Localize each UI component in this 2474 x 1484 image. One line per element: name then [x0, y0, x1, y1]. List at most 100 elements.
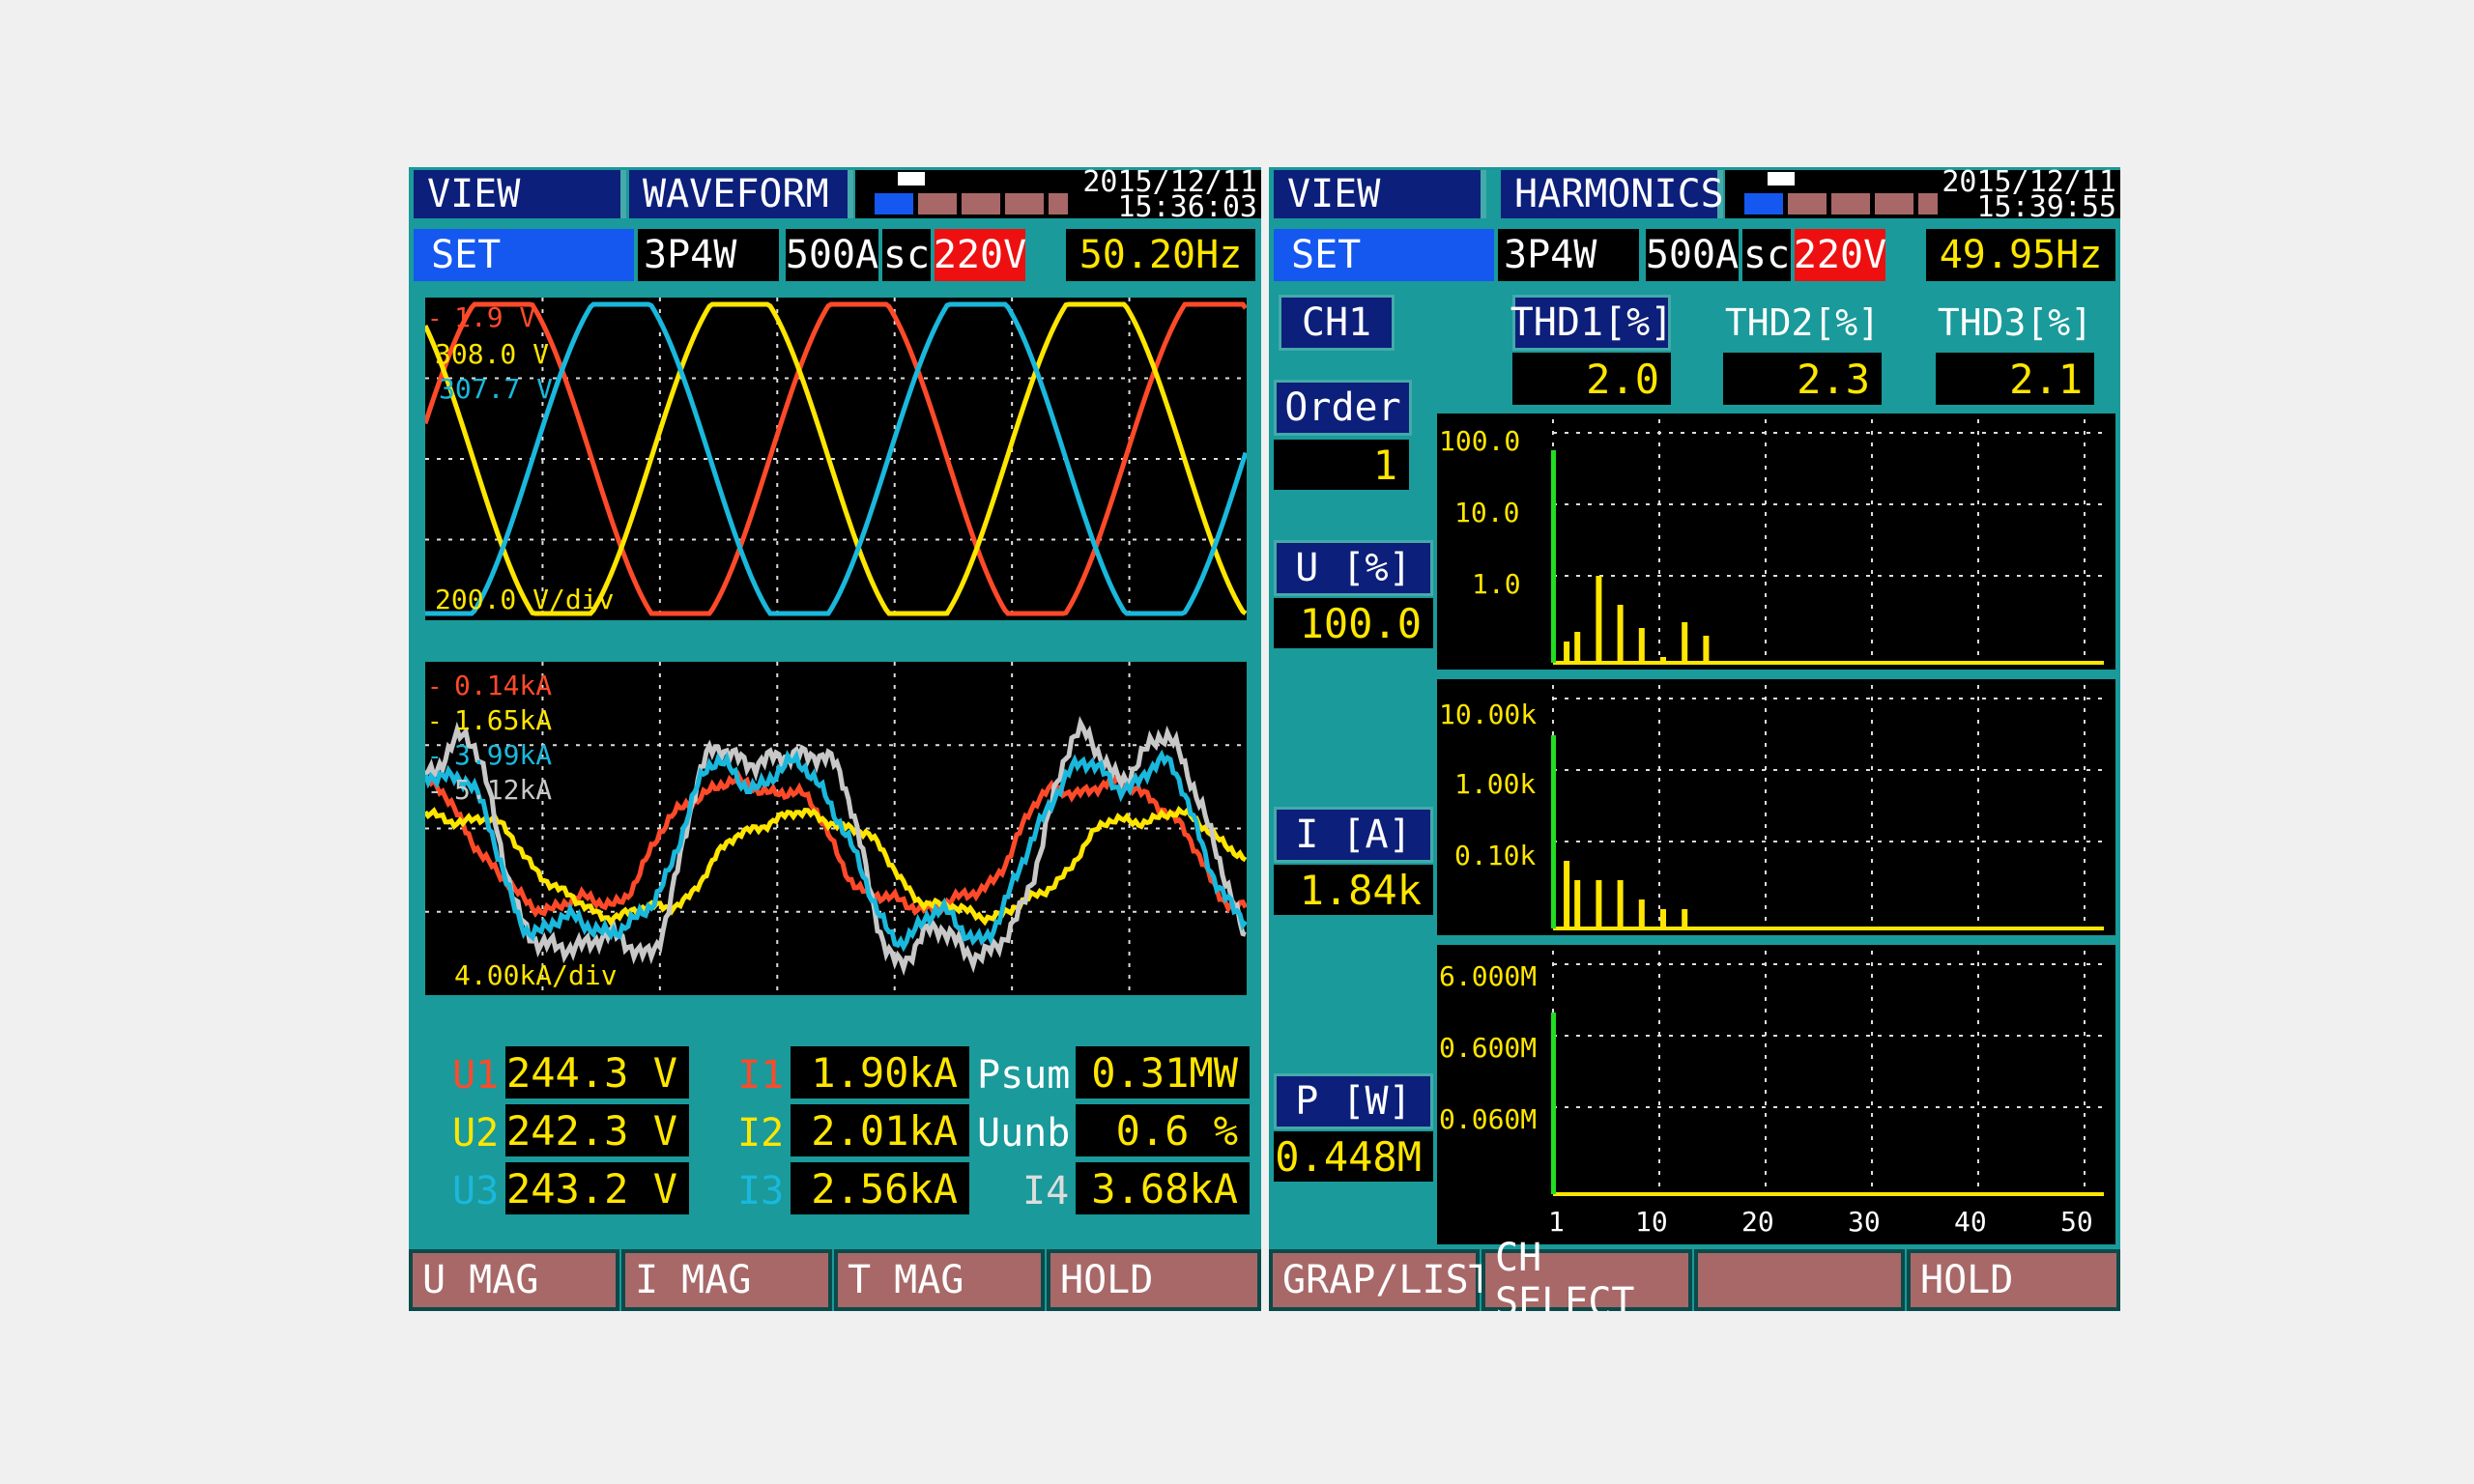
current-range-indicator: 500A [1646, 229, 1739, 281]
view-tab[interactable]: VIEW [414, 170, 626, 218]
i-mag-button[interactable]: I MAG [621, 1249, 832, 1311]
battery-bar-icon [1875, 193, 1913, 214]
x-tick-label: 30 [1848, 1206, 1881, 1238]
waveform-screen: VIEW WAVEFORM 2015/12/11 15:36:03 SET 3P… [409, 167, 1261, 1311]
plot-grid [1552, 419, 2104, 663]
x-tick-label: 1 [1548, 1206, 1565, 1238]
harmonic-bar [1564, 642, 1570, 663]
plot-grid [1552, 951, 2104, 1194]
hold-button[interactable]: HOLD [1047, 1249, 1261, 1311]
x-tick-label: 10 [1635, 1206, 1668, 1238]
psum-label: Psum [977, 1053, 1071, 1098]
harmonic-bar [1574, 880, 1581, 928]
i4-value: 3.68kA [1076, 1162, 1250, 1214]
i-tick-label: 1.00k [1454, 768, 1536, 800]
thd2-label: THD2[%] [1724, 301, 1881, 344]
psum-value: 0.31MW [1076, 1046, 1250, 1099]
plot-grid [1552, 685, 2104, 928]
svg-text:-: - [427, 742, 443, 771]
fundamental-bar [1551, 735, 1556, 928]
battery-bar-icon [1831, 193, 1870, 214]
svg-text:-: - [427, 777, 443, 806]
marker-tick: - [427, 304, 443, 333]
u2-value: 242.3 V [505, 1104, 689, 1156]
harmonic-bar [1682, 622, 1688, 663]
voltage-scale-label: 200.0 V/div [435, 584, 614, 615]
harmonic-bar [1682, 909, 1688, 928]
fundamental-bar [1551, 1013, 1556, 1194]
current-scale-label: 4.00kA/div [454, 959, 618, 991]
thd1-label: THD1[%] [1510, 295, 1673, 351]
battery-bar-icon [1788, 193, 1827, 214]
set-button[interactable]: SET [1274, 229, 1494, 281]
i3-label: I3 [737, 1169, 785, 1213]
battery-bar-icon [1744, 193, 1783, 214]
uunb-label: Uunb [977, 1111, 1071, 1156]
i-amp-label: I [A] [1274, 807, 1433, 863]
thd1-value: 2.0 [1512, 353, 1671, 405]
status-area: 2015/12/11 15:39:55 [1725, 168, 2120, 222]
u3-value: 243.2 V [505, 1162, 689, 1214]
i2-value: 2.01kA [791, 1104, 969, 1156]
graph-list-button[interactable]: GRAP/LIST [1269, 1249, 1492, 1311]
u3-offset-label: 307.7 V [439, 373, 553, 405]
p-harmonics-plot: 6.000M 0.600M 0.060M 1 10 20 30 40 50 [1437, 945, 2115, 1244]
readings-panel: U1 244.3 V I1 1.90kA Psum 0.31MW U2 242.… [409, 1046, 1261, 1230]
voltage-indicator: 220V [1794, 229, 1886, 281]
harmonic-bar [1617, 880, 1624, 928]
u1-value: 244.3 V [505, 1046, 689, 1099]
harmonic-bar [1638, 899, 1645, 928]
i2-label: I2 [737, 1111, 785, 1156]
harmonic-bar [1638, 628, 1645, 663]
blank-function-button[interactable] [1694, 1249, 1905, 1311]
svg-text:-: - [427, 672, 443, 701]
p-tick-label: 6.000M [1439, 960, 1537, 992]
order-value[interactable]: 1 [1274, 440, 1409, 490]
p-tick-label: 0.600M [1439, 1032, 1537, 1064]
current-waveform-plot: - 0.14kA - 1.65kA - 3.99kA - 5.12kA 4.00… [425, 662, 1247, 995]
i4-label: I4 [1022, 1169, 1070, 1213]
battery-bar-icon [962, 193, 1000, 214]
harmonic-bar [1660, 657, 1666, 663]
frequency-readout: 49.95Hz [1926, 229, 2115, 281]
ch-select-button[interactable]: CH SELECT [1482, 1236, 1692, 1311]
t-mag-button[interactable]: T MAG [834, 1249, 1045, 1311]
view-tab[interactable]: VIEW [1274, 170, 1486, 218]
i3-value: 2.56kA [791, 1162, 969, 1214]
u-mag-button[interactable]: U MAG [409, 1249, 619, 1311]
harmonic-bar [1703, 636, 1710, 663]
x-tick-label: 20 [1741, 1206, 1774, 1238]
harmonic-bar [1564, 861, 1570, 928]
harmonics-screen: VIEW HARMONICS 2015/12/11 15:39:55 SET 3… [1269, 167, 2120, 1311]
harmonic-bar [1574, 632, 1581, 663]
u1-offset-label: 1.9 V [454, 301, 535, 333]
hold-button[interactable]: HOLD [1907, 1249, 2120, 1311]
status-area: 2015/12/11 15:36:03 [855, 168, 1261, 222]
sd-card-icon [1768, 172, 1795, 186]
wiring-indicator: 3P4W [638, 229, 779, 281]
harmonic-bar [1596, 576, 1602, 663]
channel-select[interactable]: CH1 [1279, 295, 1395, 351]
i-amp-value: 1.84k [1274, 865, 1433, 915]
date-time: 2015/12/11 15:36:03 [1074, 168, 1257, 222]
u1-label: U1 [452, 1053, 500, 1098]
current-range-indicator: 500A [786, 229, 878, 281]
uunb-value: 0.6 % [1076, 1104, 1250, 1156]
frequency-readout: 50.20Hz [1066, 229, 1255, 281]
sc-indicator: sc [882, 229, 931, 281]
p-tick-label: 0.060M [1439, 1103, 1537, 1135]
mode-tab[interactable]: WAVEFORM [629, 170, 853, 218]
sd-card-icon [898, 172, 925, 186]
order-label: Order [1274, 380, 1412, 436]
i1-value: 1.90kA [791, 1046, 969, 1099]
voltage-indicator: 220V [934, 229, 1026, 281]
u3-label: U3 [452, 1169, 500, 1213]
u2-label: U2 [452, 1111, 500, 1156]
x-tick-label: 40 [1954, 1206, 1987, 1238]
set-button[interactable]: SET [414, 229, 634, 281]
i-tick-label: 0.10k [1454, 840, 1536, 871]
p-watt-label: P [W] [1274, 1073, 1433, 1129]
p-watt-value: 0.448M [1274, 1131, 1433, 1182]
mode-tab[interactable]: HARMONICS [1501, 170, 1724, 218]
fundamental-bar [1551, 450, 1556, 663]
